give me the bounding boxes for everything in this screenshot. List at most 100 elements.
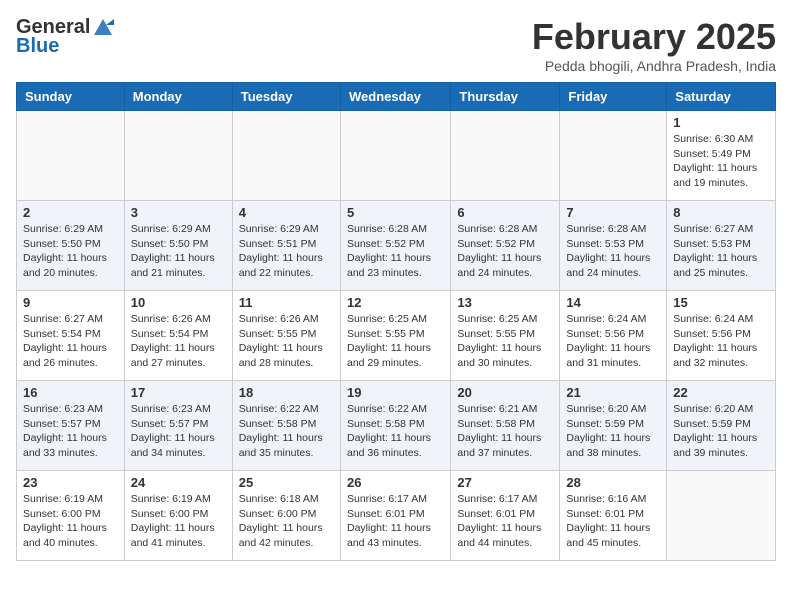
logo-blue: Blue [16,35,59,58]
calendar-title: February 2025 [532,16,776,58]
day-info: Sunrise: 6:28 AM Sunset: 5:52 PM Dayligh… [457,222,553,281]
day-info: Sunrise: 6:30 AM Sunset: 5:49 PM Dayligh… [673,132,769,191]
table-row [17,111,125,201]
calendar-header-row: Sunday Monday Tuesday Wednesday Thursday… [17,83,776,111]
day-info: Sunrise: 6:27 AM Sunset: 5:54 PM Dayligh… [23,312,118,371]
header-thursday: Thursday [451,83,560,111]
table-row: 14 Sunrise: 6:24 AM Sunset: 5:56 PM Dayli… [560,291,667,381]
day-info: Sunrise: 6:29 AM Sunset: 5:51 PM Dayligh… [239,222,334,281]
header-sunday: Sunday [17,83,125,111]
day-number: 12 [347,295,444,310]
day-info: Sunrise: 6:25 AM Sunset: 5:55 PM Dayligh… [457,312,553,371]
table-row: 25 Sunrise: 6:18 AM Sunset: 6:00 PM Dayli… [232,471,340,561]
day-info: Sunrise: 6:24 AM Sunset: 5:56 PM Dayligh… [673,312,769,371]
table-row: 12 Sunrise: 6:25 AM Sunset: 5:55 PM Dayli… [340,291,450,381]
table-row: 24Sunrise: 6:19 AM Sunset: 6:00 PM Dayli… [124,471,232,561]
day-info: Sunrise: 6:28 AM Sunset: 5:53 PM Dayligh… [566,222,660,281]
table-row: 1 Sunrise: 6:30 AM Sunset: 5:49 PM Daylig… [667,111,776,201]
table-row: 9 Sunrise: 6:27 AM Sunset: 5:54 PM Daylig… [17,291,125,381]
table-row: 28 Sunrise: 6:16 AM Sunset: 6:01 PM Dayli… [560,471,667,561]
day-number: 25 [239,475,334,490]
table-row: 2 Sunrise: 6:29 AM Sunset: 5:50 PM Daylig… [17,201,125,291]
day-number: 20 [457,385,553,400]
table-row [451,111,560,201]
logo: General Blue [16,16,114,58]
table-row: 17 Sunrise: 6:23 AM Sunset: 5:57 PM Dayli… [124,381,232,471]
table-row: 4Sunrise: 6:29 AM Sunset: 5:51 PM Daylig… [232,201,340,291]
day-number: 11 [239,295,334,310]
day-number: 28 [566,475,660,490]
day-number: 14 [566,295,660,310]
day-number: 21 [566,385,660,400]
day-number: 2 [23,205,118,220]
day-info: Sunrise: 6:24 AM Sunset: 5:56 PM Dayligh… [566,312,660,371]
day-info: Sunrise: 6:17 AM Sunset: 6:01 PM Dayligh… [347,492,444,551]
table-row: 8 Sunrise: 6:27 AM Sunset: 5:53 PM Daylig… [667,201,776,291]
day-info: Sunrise: 6:20 AM Sunset: 5:59 PM Dayligh… [566,402,660,461]
header-monday: Monday [124,83,232,111]
table-row: 16 Sunrise: 6:23 AM Sunset: 5:57 PM Dayli… [17,381,125,471]
table-row: 21 Sunrise: 6:20 AM Sunset: 5:59 PM Dayli… [560,381,667,471]
calendar-table: Sunday Monday Tuesday Wednesday Thursday… [16,82,776,561]
day-number: 16 [23,385,118,400]
table-row: 13 Sunrise: 6:25 AM Sunset: 5:55 PM Dayli… [451,291,560,381]
day-number: 8 [673,205,769,220]
table-row: 7 Sunrise: 6:28 AM Sunset: 5:53 PM Daylig… [560,201,667,291]
day-number: 17 [131,385,226,400]
table-row: 20 Sunrise: 6:21 AM Sunset: 5:58 PM Dayli… [451,381,560,471]
table-row: 27 Sunrise: 6:17 AM Sunset: 6:01 PM Dayli… [451,471,560,561]
calendar-week-row: 1 Sunrise: 6:30 AM Sunset: 5:49 PM Daylig… [17,111,776,201]
table-row: 3 Sunrise: 6:29 AM Sunset: 5:50 PM Daylig… [124,201,232,291]
day-info: Sunrise: 6:23 AM Sunset: 5:57 PM Dayligh… [23,402,118,461]
table-row: 22 Sunrise: 6:20 AM Sunset: 5:59 PM Dayli… [667,381,776,471]
table-row: 5 Sunrise: 6:28 AM Sunset: 5:52 PM Daylig… [340,201,450,291]
day-info: Sunrise: 6:20 AM Sunset: 5:59 PM Dayligh… [673,402,769,461]
table-row [560,111,667,201]
day-info: Sunrise: 6:22 AM Sunset: 5:58 PM Dayligh… [347,402,444,461]
day-number: 19 [347,385,444,400]
day-info: Sunrise: 6:18 AM Sunset: 6:00 PM Dayligh… [239,492,334,551]
table-row [340,111,450,201]
table-row: 18 Sunrise: 6:22 AM Sunset: 5:58 PM Dayli… [232,381,340,471]
day-number: 7 [566,205,660,220]
day-number: 22 [673,385,769,400]
calendar-week-row: 16 Sunrise: 6:23 AM Sunset: 5:57 PM Dayli… [17,381,776,471]
table-row: 11 Sunrise: 6:26 AM Sunset: 5:55 PM Dayli… [232,291,340,381]
day-info: Sunrise: 6:22 AM Sunset: 5:58 PM Dayligh… [239,402,334,461]
day-number: 23 [23,475,118,490]
header-wednesday: Wednesday [340,83,450,111]
day-number: 27 [457,475,553,490]
day-info: Sunrise: 6:26 AM Sunset: 5:55 PM Dayligh… [239,312,334,371]
calendar-subtitle: Pedda bhogili, Andhra Pradesh, India [532,58,776,74]
day-number: 13 [457,295,553,310]
day-info: Sunrise: 6:29 AM Sunset: 5:50 PM Dayligh… [23,222,118,281]
table-row: 6 Sunrise: 6:28 AM Sunset: 5:52 PM Daylig… [451,201,560,291]
day-info: Sunrise: 6:27 AM Sunset: 5:53 PM Dayligh… [673,222,769,281]
header-tuesday: Tuesday [232,83,340,111]
day-info: Sunrise: 6:16 AM Sunset: 6:01 PM Dayligh… [566,492,660,551]
day-number: 9 [23,295,118,310]
day-number: 3 [131,205,226,220]
day-info: Sunrise: 6:19 AM Sunset: 6:00 PM Dayligh… [23,492,118,551]
day-info: Sunrise: 6:21 AM Sunset: 5:58 PM Dayligh… [457,402,553,461]
table-row [124,111,232,201]
day-number: 1 [673,115,769,130]
day-info: Sunrise: 6:25 AM Sunset: 5:55 PM Dayligh… [347,312,444,371]
day-number: 24 [131,475,226,490]
day-number: 18 [239,385,334,400]
day-info: Sunrise: 6:17 AM Sunset: 6:01 PM Dayligh… [457,492,553,551]
day-info: Sunrise: 6:28 AM Sunset: 5:52 PM Dayligh… [347,222,444,281]
table-row: 10Sunrise: 6:26 AM Sunset: 5:54 PM Dayli… [124,291,232,381]
day-number: 15 [673,295,769,310]
calendar-week-row: 2 Sunrise: 6:29 AM Sunset: 5:50 PM Daylig… [17,201,776,291]
title-block: February 2025 Pedda bhogili, Andhra Prad… [532,16,776,74]
table-row: 19 Sunrise: 6:22 AM Sunset: 5:58 PM Dayli… [340,381,450,471]
calendar-week-row: 23 Sunrise: 6:19 AM Sunset: 6:00 PM Dayli… [17,471,776,561]
logo-icon [92,17,114,39]
day-info: Sunrise: 6:23 AM Sunset: 5:57 PM Dayligh… [131,402,226,461]
day-number: 6 [457,205,553,220]
day-number: 10 [131,295,226,310]
day-number: 5 [347,205,444,220]
header-friday: Friday [560,83,667,111]
day-info: Sunrise: 6:29 AM Sunset: 5:50 PM Dayligh… [131,222,226,281]
